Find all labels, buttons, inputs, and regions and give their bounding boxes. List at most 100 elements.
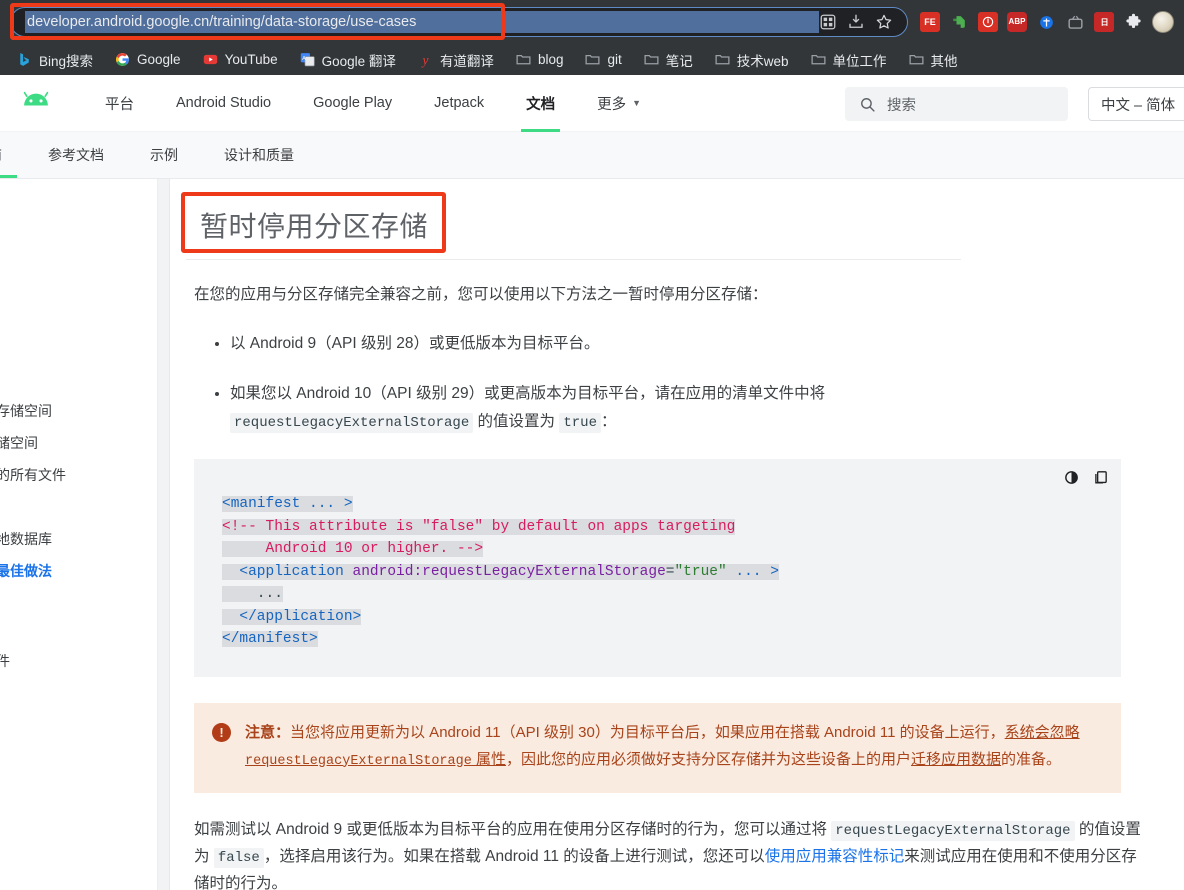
tv-extension-icon[interactable] [1065,12,1085,32]
folder-icon [714,51,731,68]
list-item: 如果您以 Android 10（API 级别 29）或更高版本为目标平台，请在应… [230,380,1056,437]
nav-label: 更多 [597,93,626,114]
bookmark-bing[interactable]: Bing搜索 [14,48,102,72]
sidebar-link-8[interactable]: 文件 [0,645,148,677]
youdao-icon: y [417,51,434,68]
zhihu-extension-icon[interactable]: 日 [1094,12,1114,32]
search-input[interactable]: 搜索 [845,87,1068,121]
bookmark-label: blog [538,52,564,67]
list-item: 以 Android 9（API 级别 28）或更低版本为目标平台。 [230,330,1056,358]
android-logo[interactable] [14,89,58,117]
puzzle-extensions-icon[interactable] [1123,12,1143,32]
site-header: 平台 Android Studio Google Play Jetpack 文档… [0,75,1184,132]
language-label: 中文 – 简体 [1101,94,1175,115]
omnibox-row: developer.android.google.cn/training/dat… [0,0,1184,44]
bookmark-folder-work[interactable]: 单位工作 [808,48,896,72]
code-content[interactable]: <manifest ... > <!-- This attribute is "… [222,493,1121,651]
page-body: 属存储空间 存储空间 上的所有文件 据 本地数据库 习最佳做法 据 文件 暂时停… [0,179,1184,890]
bookmark-label: 有道翻译 [440,50,494,70]
closing-part3: ，选择启用该行为。如果在搭载 Android 11 的设备上进行测试，您还可以 [264,848,765,865]
language-selector[interactable]: 中文 – 简体 [1088,87,1184,121]
folder-icon [515,51,532,68]
bookmark-folder-git[interactable]: git [582,49,630,70]
nav-item-android-studio[interactable]: Android Studio [155,75,292,132]
main-content: 暂时停用分区存储 在您的应用与分区存储完全兼容之前，您可以使用以下方法之一暂时停… [148,179,1184,890]
svg-text:A: A [302,56,306,62]
warning-icon: ! [212,723,231,742]
sidebar-link-0[interactable]: 属存储空间 [0,395,148,427]
copy-code-icon[interactable] [1092,469,1109,486]
bookmark-google[interactable]: Google [112,49,190,70]
bookmark-star-icon[interactable] [875,13,893,31]
evernote-extension-icon[interactable] [949,12,969,32]
google-icon [114,51,131,68]
subnav-item-design-quality[interactable]: 设计和质量 [201,132,317,178]
sidebar-link-4[interactable]: 本地数据库 [0,523,148,555]
extension-icons: FE ABP 日 [908,11,1178,33]
fe-extension-icon[interactable]: FE [920,12,940,32]
bookmark-folder-blog[interactable]: blog [513,49,573,70]
note-seg-2-code[interactable]: requestLegacyExternalStorage [245,754,472,769]
bookmark-youtube[interactable]: YouTube [200,49,287,70]
subnav-item-guide[interactable]: 南 [0,132,25,178]
bookmark-label: 其他 [931,50,958,70]
nav-item-google-play[interactable]: Google Play [292,75,413,132]
dark-mode-toggle-icon[interactable] [1063,469,1080,486]
inline-code-request-legacy-2: requestLegacyExternalStorage [831,821,1074,841]
app-compat-flags-link[interactable]: 使用应用兼容性标记 [765,848,905,865]
bookmark-folder-notes[interactable]: 笔记 [641,48,702,72]
sidebar-link-active[interactable]: 习最佳做法 [0,555,148,587]
note-seg-1[interactable]: 系统会忽略 [1005,724,1080,741]
sidebar-link-1[interactable]: 存储空间 [0,427,148,459]
nav-item-more[interactable]: 更多 ▼ [576,75,662,132]
left-sidebar-nav: 属存储空间 存储空间 上的所有文件 据 本地数据库 习最佳做法 据 文件 [0,179,148,890]
netease-music-extension-icon[interactable] [978,12,998,32]
search-placeholder: 搜索 [887,94,916,115]
chevron-down-icon: ▼ [632,98,641,108]
subnav-label: 南 [0,145,2,165]
inline-code-true: true [559,413,601,433]
sidebar-group-gap [0,619,148,645]
bookmark-label: 技术web [737,50,789,70]
code-actions [1063,469,1109,486]
closing-paragraph: 如需测试以 Android 9 或更低版本为目标平台的应用在使用分区存储时的行为… [186,817,1141,890]
bookmark-folder-other[interactable]: 其他 [906,48,967,72]
inline-code-false: false [214,848,264,868]
bookmark-label: 笔记 [666,50,693,70]
list-item-text: 如果您以 Android 10（API 级别 29）或更高版本为目标平台，请在应… [230,385,825,402]
inline-code-request-legacy: requestLegacyExternalStorage [230,413,473,433]
bookmarks-bar: Bing搜索 Google YouTube A Google 翻译 y 有道翻译 [0,44,1184,75]
bookmark-folder-tech-web[interactable]: 技术web [712,48,798,72]
note-seg-3[interactable]: 属性 [472,751,506,768]
svg-text:y: y [420,52,428,67]
note-callout: ! 注意：当您将应用更新为以 Android 11（API 级别 30）为目标平… [194,703,1121,793]
subnav-item-samples[interactable]: 示例 [127,132,201,178]
browser-chrome: developer.android.google.cn/training/dat… [0,0,1184,75]
address-bar[interactable]: developer.android.google.cn/training/dat… [10,7,908,37]
subnav-label: 参考文档 [48,145,104,165]
profile-avatar[interactable] [1152,11,1174,33]
install-icon[interactable] [847,13,865,31]
sidebar-link-2[interactable]: 上的所有文件 [0,459,148,491]
qr-code-icon[interactable] [819,13,837,31]
list-item-text: 以 Android 9（API 级别 28）或更低版本为目标平台。 [230,335,600,352]
nav-item-docs[interactable]: 文档 [505,75,576,132]
note-seg-5[interactable]: 迁移应用数据 [911,751,1001,768]
bookmark-youdao[interactable]: y 有道翻译 [415,48,503,72]
sidebar-divider [157,179,170,890]
sidebar-link-6[interactable]: 据 [0,587,148,619]
nav-item-jetpack[interactable]: Jetpack [413,75,505,132]
sidebar-link-3[interactable]: 据 [0,491,148,523]
bookmark-label: 单位工作 [833,50,887,70]
list-item-text-mid: 的值设置为 [473,413,559,430]
bookmark-google-translate[interactable]: A Google 翻译 [297,48,405,72]
folder-icon [908,51,925,68]
subnav-item-reference[interactable]: 参考文档 [25,132,127,178]
nav-item-platform[interactable]: 平台 [84,75,155,132]
closing-part1: 如需测试以 Android 9 或更低版本为目标平台的应用在使用分区存储时的行为… [194,821,831,838]
svg-text:日: 日 [1100,17,1108,27]
primary-nav: 平台 Android Studio Google Play Jetpack 文档… [84,75,662,132]
translate-extension-icon[interactable] [1036,12,1056,32]
adblock-plus-extension-icon[interactable]: ABP [1007,12,1027,32]
address-bar-url[interactable]: developer.android.google.cn/training/dat… [25,11,819,33]
